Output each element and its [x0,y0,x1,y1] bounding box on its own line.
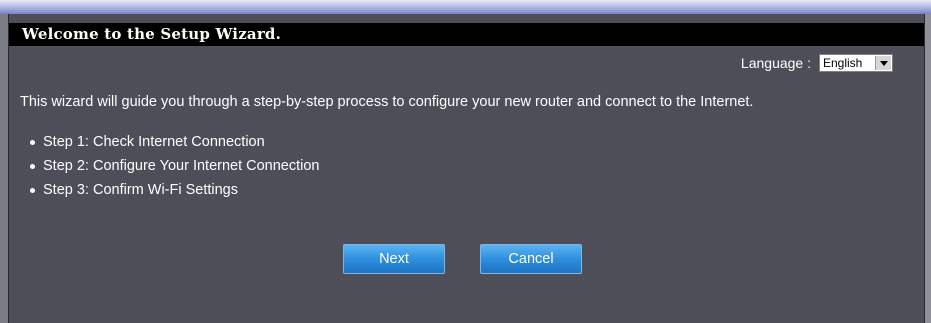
bullet-icon [30,139,35,145]
bullet-icon [30,163,35,169]
bullet-icon [30,187,35,193]
language-selector: Language : English [741,54,893,72]
left-border [0,14,9,323]
wizard-panel: Language : English This wizard will guid… [9,46,924,323]
language-select-value: English [823,56,863,70]
right-border [924,14,931,323]
title-bar: Welcome to the Setup Wizard. [9,23,924,46]
wizard-window: Welcome to the Setup Wizard. Language : … [0,0,931,323]
step-label: Step 2: Configure Your Internet Connecti… [43,158,320,174]
page-title: Welcome to the Setup Wizard. [22,25,282,43]
list-item: Step 1: Check Internet Connection [21,130,320,154]
top-border [0,0,931,14]
steps-list: Step 1: Check Internet Connection Step 2… [21,130,320,202]
cancel-button[interactable]: Cancel [480,244,582,274]
language-select[interactable]: English [819,54,893,72]
list-item: Step 3: Confirm Wi-Fi Settings [21,178,320,202]
language-label: Language : [740,55,811,71]
step-label: Step 3: Confirm Wi-Fi Settings [43,182,238,198]
chevron-down-icon[interactable] [875,56,891,70]
list-item: Step 2: Configure Your Internet Connecti… [21,154,320,178]
step-label: Step 1: Check Internet Connection [43,134,265,150]
intro-text: This wizard will guide you through a ste… [20,94,754,110]
next-button[interactable]: Next [343,244,445,274]
